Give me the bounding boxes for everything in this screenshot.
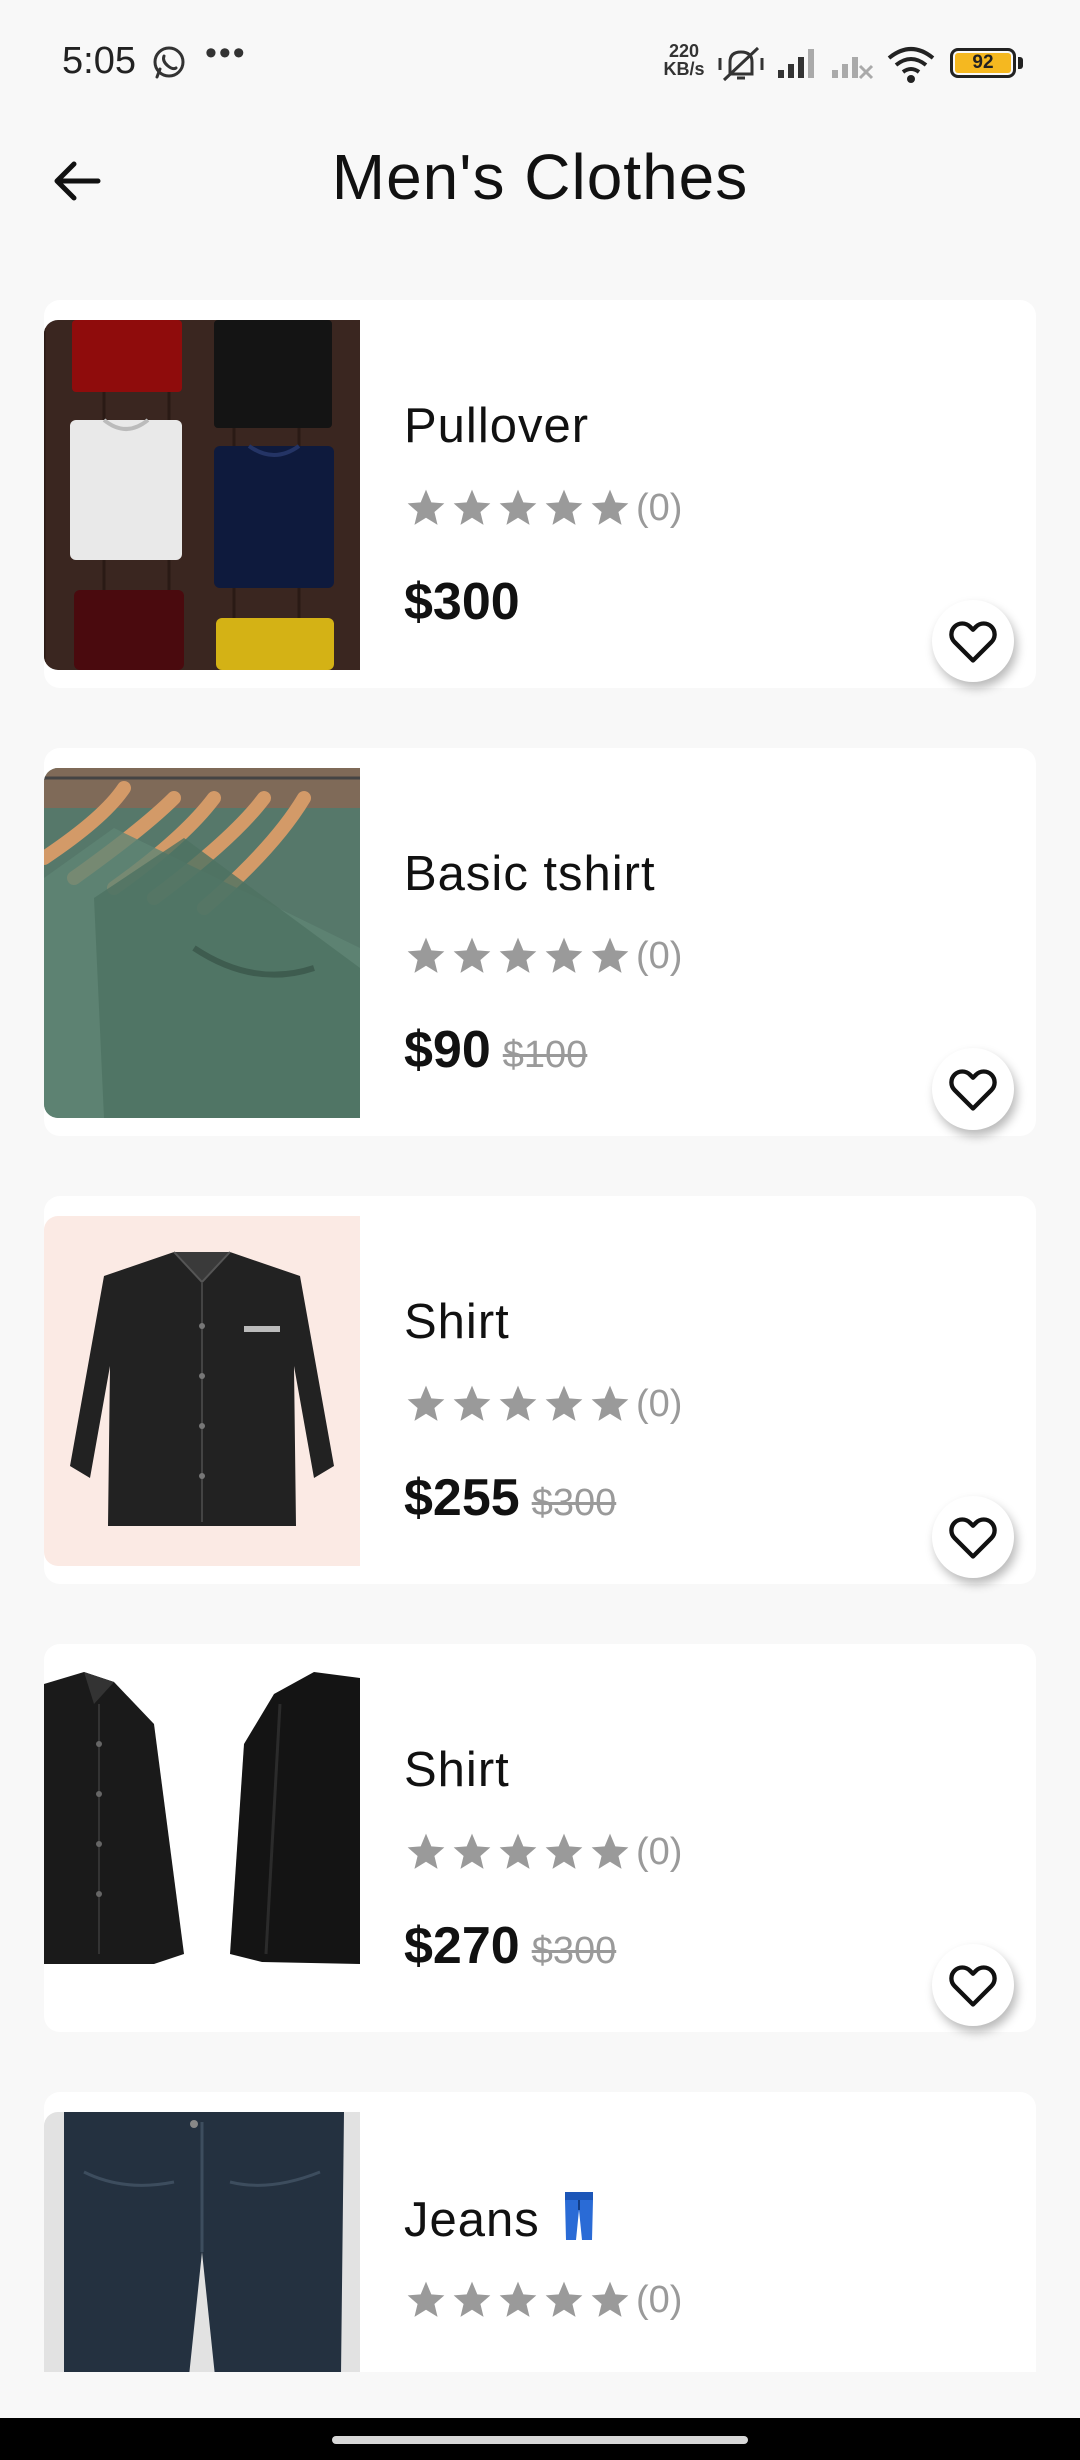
star-icon	[591, 489, 629, 525]
product-rating: (0)	[404, 2278, 682, 2322]
rating-count: (0)	[636, 934, 683, 977]
product-card[interactable]: Shirt (0) $255 $300	[44, 1196, 1036, 1584]
star-icon	[545, 2281, 583, 2317]
star-icon	[591, 1385, 629, 1421]
product-old-price: $300	[531, 1930, 617, 1972]
product-image[interactable]	[44, 1216, 360, 1566]
product-list[interactable]: Pullover (0) $300 Basic tshirt (0) $90 $…	[44, 300, 1036, 2372]
green-shirts-on-hangers-image	[44, 768, 360, 1118]
star-icon	[591, 937, 629, 973]
product-rating: (0)	[404, 1382, 682, 1426]
product-rating: (0)	[404, 934, 682, 978]
favorite-button[interactable]	[932, 1944, 1014, 2026]
whatsapp-icon	[153, 46, 185, 79]
star-icon	[453, 489, 491, 525]
heart-outline-icon	[949, 1517, 997, 1559]
product-name[interactable]: Shirt	[404, 1294, 510, 1350]
signal-icon	[778, 49, 814, 78]
heart-outline-icon	[949, 621, 997, 663]
battery-tip	[1018, 57, 1023, 69]
heart-outline-icon	[949, 1965, 997, 2007]
rating-count: (0)	[636, 1830, 683, 1873]
page-title: Men's Clothes	[331, 141, 749, 213]
price-row: $270 $300	[404, 1916, 616, 1976]
star-icon	[499, 1385, 537, 1421]
status-time: 5:05	[62, 40, 136, 82]
price-row: $90 $100	[404, 1020, 587, 1080]
star-icon	[499, 1833, 537, 1869]
more-icon: •••	[205, 34, 247, 72]
product-price: $270	[404, 1917, 520, 1975]
product-card[interactable]: Basic tshirt (0) $90 $100	[44, 748, 1036, 1136]
network-speed: 220 KB/s	[663, 41, 705, 79]
product-name[interactable]: Shirt	[404, 1742, 510, 1798]
product-name[interactable]: Jeans	[404, 2190, 596, 2248]
product-price: $90	[404, 1021, 491, 1079]
product-rating: (0)	[404, 486, 682, 530]
product-price: $255	[404, 1469, 520, 1527]
star-icon	[545, 937, 583, 973]
star-icon	[545, 1833, 583, 1869]
product-card[interactable]: Jeans (0)	[44, 2092, 1036, 2372]
product-image[interactable]	[44, 2112, 360, 2372]
star-icon	[545, 1385, 583, 1421]
star-icon	[407, 937, 445, 973]
heart-outline-icon	[949, 1069, 997, 1111]
system-nav-bar	[0, 2418, 1080, 2460]
product-rating: (0)	[404, 1830, 682, 1874]
black-jacket-image	[44, 1216, 360, 1566]
home-indicator[interactable]	[332, 2436, 748, 2444]
star-icon	[499, 937, 537, 973]
rating-count: (0)	[636, 486, 683, 529]
favorite-button[interactable]	[932, 600, 1014, 682]
product-name[interactable]: Basic tshirt	[404, 846, 656, 902]
star-icon	[453, 1833, 491, 1869]
product-image[interactable]	[44, 768, 360, 1118]
product-image[interactable]	[44, 1664, 360, 2014]
folded-tshirts-image	[44, 320, 360, 670]
star-icon	[453, 937, 491, 973]
signal-off-icon	[832, 57, 874, 80]
star-icon	[407, 1385, 445, 1421]
product-name[interactable]: Pullover	[404, 398, 589, 454]
price-row: $300	[404, 572, 520, 632]
battery-level: 92	[955, 52, 1011, 73]
star-icon	[453, 2281, 491, 2317]
product-name-text: Jeans	[404, 2193, 540, 2247]
product-price: $300	[404, 573, 520, 631]
star-icon	[407, 2281, 445, 2317]
battery-icon: 92	[950, 48, 1016, 78]
jeans-emoji-icon	[564, 2192, 593, 2240]
product-image[interactable]	[44, 320, 360, 670]
star-icon	[591, 1833, 629, 1869]
favorite-button[interactable]	[932, 1048, 1014, 1130]
product-card[interactable]: Pullover (0) $300	[44, 300, 1036, 688]
star-icon	[545, 489, 583, 525]
star-icon	[407, 489, 445, 525]
status-bar: 5:05 ••• 220 KB/s 92	[0, 0, 1080, 130]
star-icon	[591, 2281, 629, 2317]
favorite-button[interactable]	[932, 1496, 1014, 1578]
star-icon	[499, 2281, 537, 2317]
product-old-price: $100	[502, 1034, 588, 1076]
wifi-icon	[887, 47, 935, 83]
rating-count: (0)	[636, 2278, 683, 2321]
price-row: $255 $300	[404, 1468, 616, 1528]
rating-count: (0)	[636, 1382, 683, 1425]
black-shirt-front-back-image	[44, 1664, 360, 2014]
product-old-price: $300	[531, 1482, 617, 1524]
star-icon	[407, 1833, 445, 1869]
mute-vibrate-icon	[718, 46, 764, 82]
dark-jeans-image	[44, 2112, 360, 2372]
product-card[interactable]: Shirt (0) $270 $300	[44, 1644, 1036, 2032]
star-icon	[499, 489, 537, 525]
star-icon	[453, 1385, 491, 1421]
